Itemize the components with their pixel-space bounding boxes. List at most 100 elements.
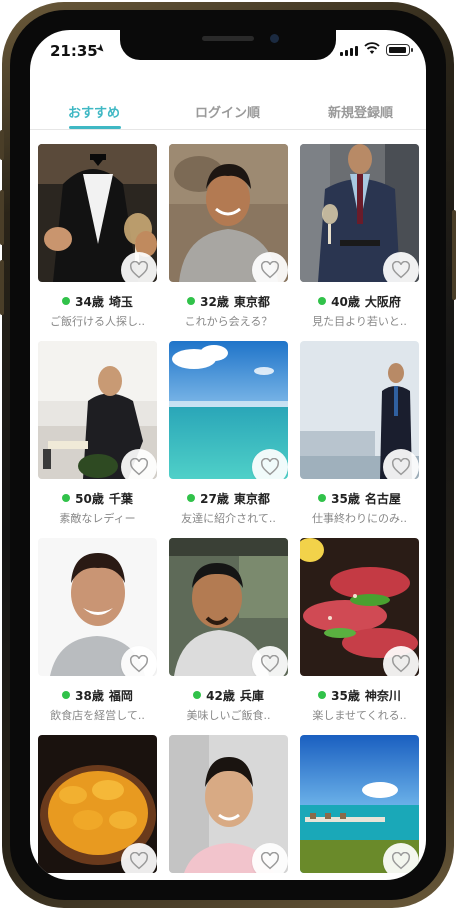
online-status-dot: [318, 691, 327, 699]
app-screen: 21:35 ➤ おすすめ ログイン順 新規登録順 34歳 埼玉 ご飯行ける人探し…: [30, 30, 426, 880]
profile-age: 42歳: [206, 688, 235, 703]
online-status-dot: [187, 297, 196, 305]
profile-bio: これから会える？: [184, 315, 273, 328]
like-button[interactable]: [383, 449, 419, 479]
like-button[interactable]: [252, 252, 288, 282]
profile-location: 千葉: [108, 491, 133, 506]
like-button[interactable]: [252, 449, 288, 479]
profile-bio: 友達に紹介されて..: [181, 512, 276, 525]
online-status-dot: [62, 691, 71, 699]
profile-age: 40歳: [331, 294, 360, 309]
profile-card[interactable]: 40歳 大阪府 見た目より若いと..: [300, 144, 419, 339]
profile-info: 35歳 名古屋: [300, 489, 419, 507]
like-button[interactable]: [121, 252, 157, 282]
heart-icon: [130, 655, 148, 673]
profile-card[interactable]: 34歳 埼玉 ご飯行ける人探し..: [38, 144, 157, 339]
profile-info: 40歳 大阪府: [300, 292, 419, 310]
profile-photo[interactable]: [38, 341, 157, 479]
like-button[interactable]: [121, 646, 157, 676]
profile-location: 名古屋: [364, 491, 401, 506]
profile-card[interactable]: 50歳 千葉 素敵なレディー: [38, 341, 157, 536]
online-status-dot: [318, 297, 327, 305]
profile-bio: ご飯行ける人探し..: [50, 315, 145, 328]
heart-icon: [392, 261, 410, 279]
profile-info: 38歳 福岡: [38, 686, 157, 704]
profile-bio: 仕事終わりにのみ..: [312, 512, 407, 525]
like-button[interactable]: [121, 449, 157, 479]
volume-down-button: [0, 260, 4, 315]
profile-bio: 素敵なレディー: [59, 512, 136, 525]
silent-switch: [0, 130, 4, 160]
profile-photo[interactable]: [169, 735, 288, 873]
like-button[interactable]: [383, 646, 419, 676]
tab-bar: おすすめ ログイン順 新規登録順: [30, 94, 426, 130]
profile-info: 32歳 東京都: [169, 292, 288, 310]
tab-new-registration[interactable]: 新規登録順: [328, 102, 393, 121]
profile-photo[interactable]: [300, 341, 419, 479]
profile-bio: 見た目より若いと..: [312, 315, 407, 328]
profile-photo[interactable]: [38, 735, 157, 873]
status-bar: 21:35 ➤: [30, 30, 426, 74]
profile-info: 35歳 神奈川: [300, 686, 419, 704]
profile-info: 27歳 東京都: [169, 489, 288, 507]
profile-photo[interactable]: [169, 538, 288, 676]
profile-age: 27歳: [200, 491, 229, 506]
heart-icon: [261, 458, 279, 476]
online-status-dot: [62, 494, 71, 502]
profile-bio: 楽しませてくれる..: [312, 709, 407, 722]
online-status-dot: [193, 691, 202, 699]
profile-card[interactable]: 32歳 東京都 これから会える？: [169, 144, 288, 339]
heart-icon: [392, 655, 410, 673]
profile-photo[interactable]: [38, 538, 157, 676]
profile-location: 東京都: [233, 294, 270, 309]
heart-icon: [261, 655, 279, 673]
profile-info: 42歳 兵庫: [169, 686, 288, 704]
profile-location: 埼玉: [108, 294, 133, 309]
profile-location: 神奈川: [364, 688, 401, 703]
tab-recommended[interactable]: おすすめ: [68, 102, 120, 121]
profile-photo[interactable]: [38, 144, 157, 282]
profile-card[interactable]: 27歳 東京都 友達に紹介されて..: [169, 341, 288, 536]
profile-age: 32歳: [200, 294, 229, 309]
profile-card[interactable]: 35歳 神奈川 楽しませてくれる..: [300, 538, 419, 733]
speaker-grille: [202, 36, 254, 41]
power-button: [452, 210, 456, 300]
profile-age: 34歳: [75, 294, 104, 309]
profile-card[interactable]: 42歳 兵庫 美味しいご飯食..: [169, 538, 288, 733]
profile-photo[interactable]: [169, 144, 288, 282]
like-button[interactable]: [252, 843, 288, 873]
profile-card[interactable]: 35歳 名古屋 仕事終わりにのみ..: [300, 341, 419, 536]
like-button[interactable]: [383, 843, 419, 873]
heart-icon: [261, 261, 279, 279]
profile-card[interactable]: 38歳 福岡 飲食店を経営して..: [38, 538, 157, 733]
heart-icon: [130, 852, 148, 870]
profile-location: 兵庫: [239, 688, 264, 703]
profile-bio: 美味しいご飯食..: [186, 709, 271, 722]
online-status-dot: [62, 297, 71, 305]
heart-icon: [392, 852, 410, 870]
profile-age: 38歳: [75, 688, 104, 703]
profile-bio: 飲食店を経営して..: [50, 709, 145, 722]
profile-info: 50歳 千葉: [38, 489, 157, 507]
profile-age: 50歳: [75, 491, 104, 506]
heart-icon: [261, 852, 279, 870]
volume-up-button: [0, 190, 4, 245]
profile-photo[interactable]: [169, 341, 288, 479]
status-time: 21:35: [50, 42, 98, 60]
profile-card[interactable]: [38, 735, 157, 880]
heart-icon: [130, 261, 148, 279]
profile-photo[interactable]: [300, 144, 419, 282]
profile-location: 福岡: [108, 688, 133, 703]
like-button[interactable]: [252, 646, 288, 676]
tab-login-order[interactable]: ログイン順: [195, 102, 260, 121]
battery-icon: [386, 44, 413, 56]
profile-age: 35歳: [331, 688, 360, 703]
profile-card[interactable]: [169, 735, 288, 880]
like-button[interactable]: [121, 843, 157, 873]
profile-photo[interactable]: [300, 538, 419, 676]
profile-photo[interactable]: [300, 735, 419, 873]
profile-age: 35歳: [331, 491, 360, 506]
like-button[interactable]: [383, 252, 419, 282]
online-status-dot: [318, 494, 327, 502]
profile-card[interactable]: [300, 735, 419, 880]
